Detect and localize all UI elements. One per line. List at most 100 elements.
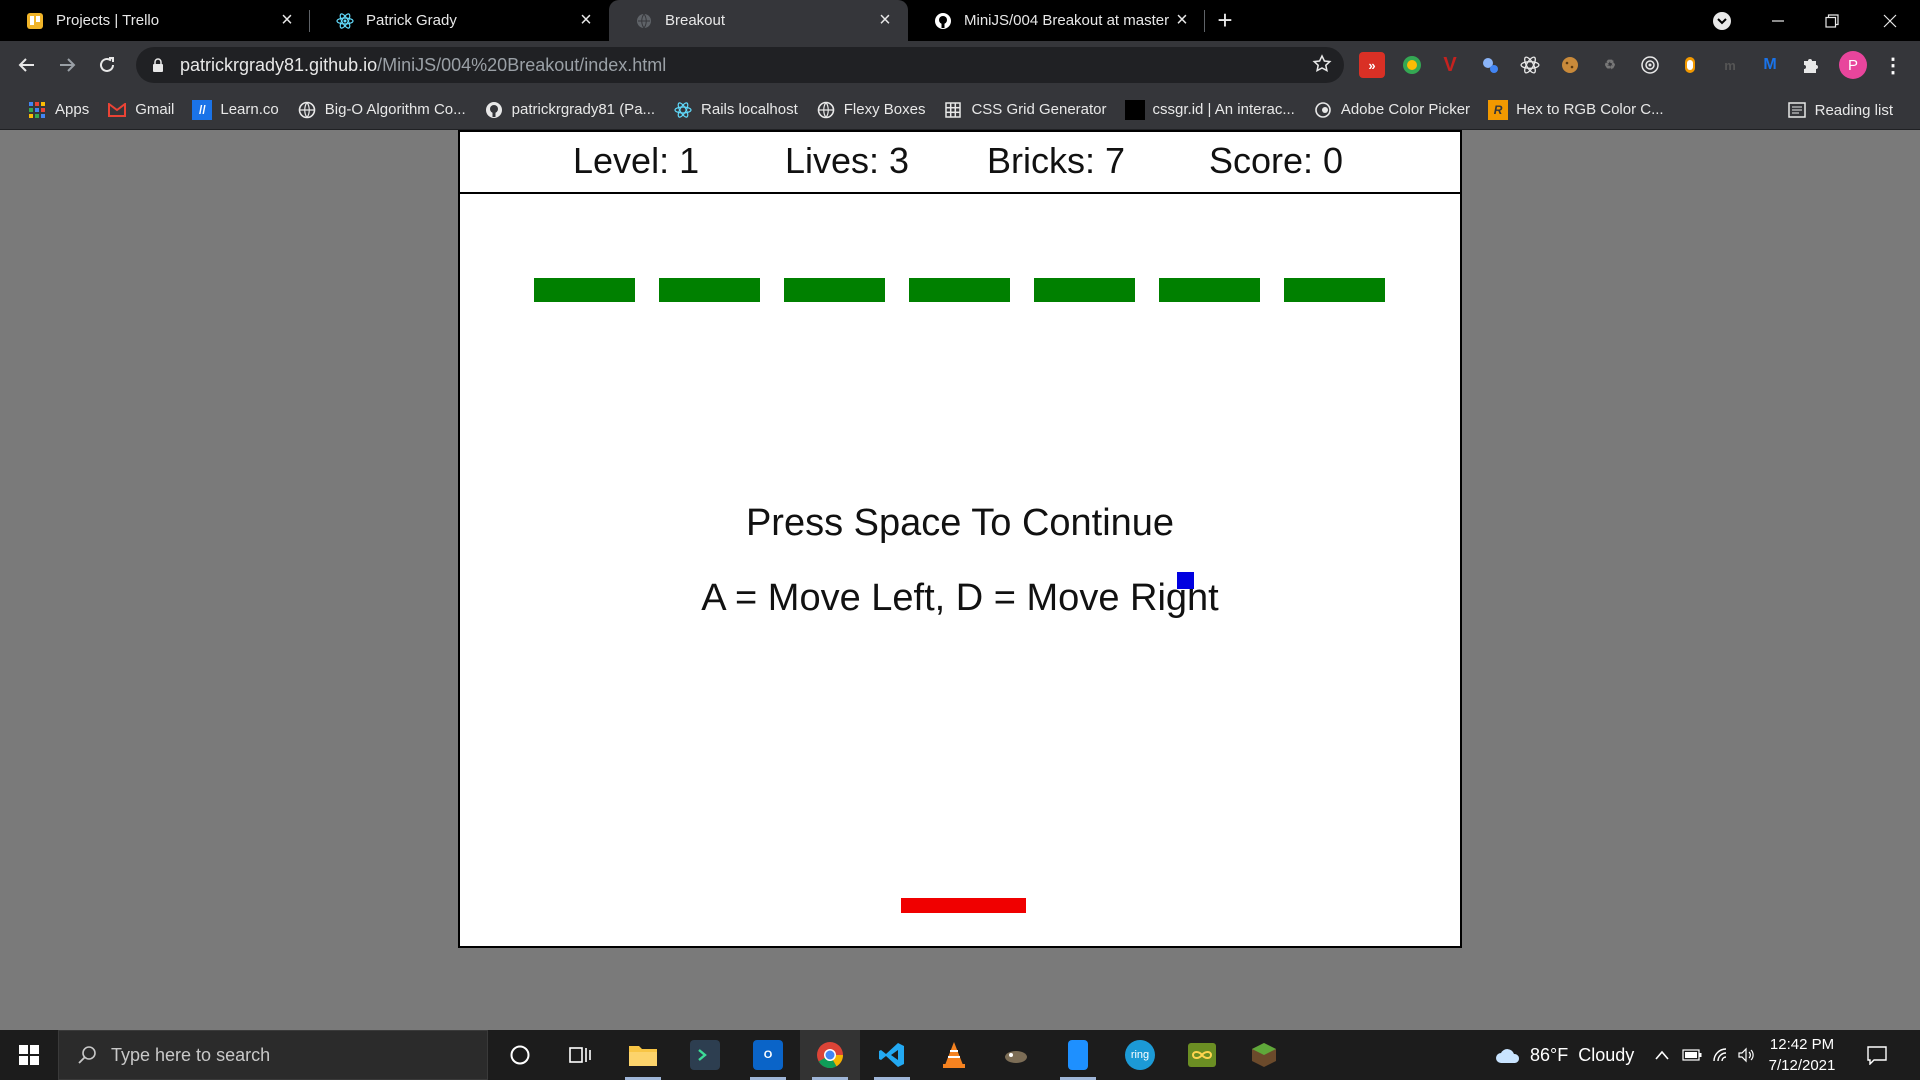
extension-icon-2[interactable] xyxy=(1399,52,1425,78)
game-hud: Level: 1 Lives: 3 Bricks: 7 Score: 0 xyxy=(460,132,1460,194)
taskbar-ring[interactable]: ring xyxy=(1110,1030,1170,1080)
bookmark-label: Gmail xyxy=(135,101,175,118)
tab-patrick-grady[interactable]: Patrick Grady × xyxy=(310,0,609,41)
url-path: /MiniJS/004%20Breakout/index.html xyxy=(377,54,667,75)
profile-avatar[interactable]: P xyxy=(1839,51,1867,79)
brick xyxy=(1034,278,1135,302)
cookie-icon[interactable] xyxy=(1557,52,1583,78)
black-square-icon xyxy=(1124,99,1145,120)
close-window-button[interactable] xyxy=(1868,0,1912,41)
tab-trello[interactable]: Projects | Trello × xyxy=(0,0,310,41)
extensions-puzzle-icon[interactable] xyxy=(1797,52,1823,78)
taskbar-vlc[interactable] xyxy=(924,1030,984,1080)
chrome-menu-icon[interactable]: ⋮ xyxy=(1880,52,1906,78)
infinity-app-icon xyxy=(1188,1043,1216,1067)
vlc-icon xyxy=(943,1042,965,1068)
bookmark-learnco[interactable]: // Learn.co xyxy=(183,94,287,126)
bookmark-star-icon[interactable] xyxy=(1312,54,1332,79)
close-tab-icon[interactable]: × xyxy=(575,9,597,32)
gimp-icon xyxy=(1005,1051,1027,1063)
windows-logo-icon xyxy=(19,1045,39,1065)
bookmark-big-o[interactable]: Big-O Algorithm Co... xyxy=(288,94,475,126)
terminal-icon xyxy=(690,1040,720,1070)
taskbar-chrome[interactable] xyxy=(800,1030,860,1080)
taskbar-clock[interactable]: 12:42 PM 7/12/2021 xyxy=(1752,1034,1852,1076)
globe-icon xyxy=(816,100,836,120)
forward-button[interactable] xyxy=(47,45,87,85)
close-tab-icon[interactable]: × xyxy=(276,9,298,32)
reload-button[interactable] xyxy=(87,45,127,85)
folder-icon xyxy=(629,1046,657,1066)
bookmark-cssgrid[interactable]: cssgr.id | An interac... xyxy=(1116,94,1304,126)
bookmark-hex-to-rgb[interactable]: R Hex to RGB Color C... xyxy=(1479,94,1673,126)
forward-arrow-icon xyxy=(60,58,76,72)
wifi-icon xyxy=(1713,1048,1727,1062)
taskbar-minecraft[interactable] xyxy=(1234,1030,1294,1080)
bookmark-github-profile[interactable]: patrickrgrady81 (Pa... xyxy=(475,94,664,126)
brick xyxy=(784,278,885,302)
back-arrow-icon xyxy=(18,58,34,72)
wifi-button[interactable] xyxy=(1712,1030,1730,1080)
grid-icon xyxy=(943,100,963,120)
taskbar-outlook[interactable]: O xyxy=(738,1030,798,1080)
tab-search-button[interactable] xyxy=(1700,0,1744,41)
controls-hint: A = Move Left, D = Move Right xyxy=(701,577,1219,619)
brick xyxy=(534,278,635,302)
minimize-button[interactable] xyxy=(1756,0,1800,41)
task-view-button[interactable] xyxy=(550,1030,610,1080)
extension-icon-3[interactable]: V xyxy=(1437,52,1463,78)
tab-github[interactable]: MiniJS/004 Breakout at master · p × xyxy=(908,0,1205,41)
paddle xyxy=(901,898,1026,913)
bookmark-label: Adobe Color Picker xyxy=(1340,101,1471,118)
close-tab-icon[interactable]: × xyxy=(1171,9,1193,32)
bookmark-css-grid-generator[interactable]: CSS Grid Generator xyxy=(934,94,1115,126)
extension-icon-9[interactable] xyxy=(1677,52,1703,78)
start-button[interactable] xyxy=(0,1030,58,1080)
brick xyxy=(909,278,1010,302)
extension-icon-4[interactable] xyxy=(1477,52,1503,78)
tab-breakout[interactable]: Breakout × xyxy=(609,0,908,41)
browser-toolbar: patrickrgrady81.github.io/MiniJS/004%20B… xyxy=(0,41,1920,90)
taskbar-app-11[interactable] xyxy=(1172,1030,1232,1080)
phone-app-icon xyxy=(1068,1040,1088,1070)
brick xyxy=(659,278,760,302)
react-icon xyxy=(336,12,354,30)
taskbar-app-terminal[interactable] xyxy=(675,1030,735,1080)
extension-icon-7[interactable]: ♻ xyxy=(1597,52,1623,78)
notification-icon xyxy=(1867,1046,1887,1065)
extension-icon-11[interactable]: M xyxy=(1757,52,1783,78)
new-tab-button[interactable]: + xyxy=(1205,0,1245,41)
back-button[interactable] xyxy=(7,45,47,85)
tab-title: Projects | Trello xyxy=(56,12,160,29)
address-bar[interactable]: patrickrgrady81.github.io/MiniJS/004%20B… xyxy=(136,47,1344,83)
reading-list-button[interactable]: Reading list xyxy=(1778,94,1902,126)
close-tab-icon[interactable]: × xyxy=(874,9,896,32)
taskbar-search[interactable]: Type here to search xyxy=(58,1030,488,1080)
react-devtools-icon[interactable] xyxy=(1517,52,1543,78)
bookmark-adobe-color[interactable]: Adobe Color Picker xyxy=(1304,94,1479,126)
bookmark-apps[interactable]: Apps xyxy=(18,94,98,126)
show-hidden-icons-button[interactable] xyxy=(1655,1030,1669,1080)
bookmark-flexy-boxes[interactable]: Flexy Boxes xyxy=(807,94,935,126)
target-icon[interactable] xyxy=(1637,52,1663,78)
game-canvas[interactable]: Level: 1 Lives: 3 Bricks: 7 Score: 0 Pre… xyxy=(458,130,1462,948)
battery-icon xyxy=(1682,1049,1702,1061)
lock-icon[interactable] xyxy=(150,58,166,72)
taskbar-app-9[interactable] xyxy=(1048,1030,1108,1080)
taskbar-vscode[interactable] xyxy=(862,1030,922,1080)
taskbar-file-explorer[interactable] xyxy=(613,1030,673,1080)
restore-button[interactable] xyxy=(1810,0,1854,41)
ball xyxy=(1177,572,1194,589)
brick xyxy=(1284,278,1385,302)
clock-date: 7/12/2021 xyxy=(1768,1057,1836,1074)
cortana-button[interactable] xyxy=(490,1030,550,1080)
notifications-button[interactable] xyxy=(1866,1030,1888,1080)
weather-widget[interactable]: 86°F Cloudy xyxy=(1494,1030,1634,1080)
bookmark-rails-localhost[interactable]: Rails localhost xyxy=(664,94,807,126)
taskbar-app-8[interactable] xyxy=(986,1030,1046,1080)
extension-icon-1[interactable]: » xyxy=(1359,52,1385,78)
battery-button[interactable] xyxy=(1682,1030,1702,1080)
extension-icon-10[interactable]: m xyxy=(1717,52,1743,78)
bookmark-gmail[interactable]: Gmail xyxy=(98,94,183,126)
bookmark-label: cssgr.id | An interac... xyxy=(1152,101,1295,118)
